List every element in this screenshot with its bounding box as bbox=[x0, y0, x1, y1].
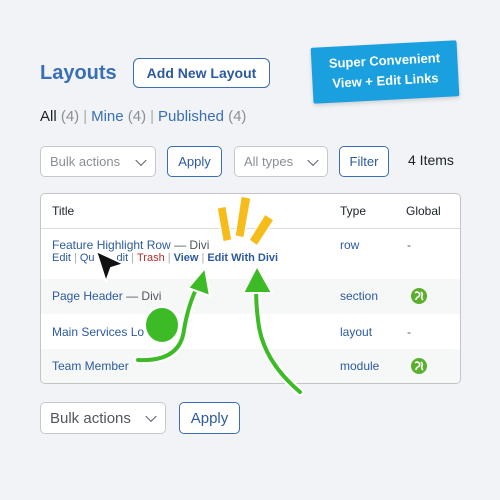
bulk-actions-label: Bulk actions bbox=[50, 409, 131, 427]
view-mine-count: (4) bbox=[127, 108, 147, 125]
edit-link[interactable]: Edit bbox=[52, 252, 71, 264]
all-types-label: All types bbox=[244, 154, 294, 169]
trash-link[interactable]: Trash bbox=[137, 252, 165, 264]
global-globe-icon bbox=[411, 288, 427, 307]
table-row: Team Member module bbox=[41, 349, 460, 383]
edit-with-divi-link[interactable]: Edit With Divi bbox=[207, 252, 278, 264]
row-title-link[interactable]: Team Member bbox=[52, 359, 129, 373]
promo-badge: Super Convenient View + Edit Links bbox=[310, 40, 460, 104]
bulk-actions-select-top[interactable]: Bulk actions bbox=[40, 146, 156, 177]
separator: | bbox=[83, 108, 88, 125]
chevron-down-icon bbox=[307, 154, 319, 166]
table-row: Feature Highlight Row — Divi Edit | Qu dit |… bbox=[41, 229, 460, 279]
row-global: - bbox=[407, 325, 411, 339]
row-title-suffix: — Divi bbox=[126, 289, 162, 303]
row-title-link[interactable]: Page Header bbox=[52, 289, 123, 303]
row-title-suffix: — Divi bbox=[174, 238, 210, 252]
apply-button-top[interactable]: Apply bbox=[167, 146, 222, 177]
separator: | bbox=[201, 252, 205, 264]
view-mine[interactable]: Mine (4) bbox=[91, 108, 146, 125]
chevron-down-icon bbox=[145, 410, 157, 423]
row-title[interactable]: Main Services Lo Divi bbox=[52, 325, 174, 339]
column-title[interactable]: Title bbox=[52, 204, 74, 218]
row-title[interactable]: Page Header — Divi bbox=[52, 289, 161, 303]
separator: | bbox=[167, 252, 171, 264]
quick-edit-link[interactable]: Qu bbox=[80, 252, 95, 264]
bulk-actions-label: Bulk actions bbox=[50, 154, 121, 169]
row-title[interactable]: Feature Highlight Row — Divi bbox=[52, 238, 209, 252]
row-type[interactable]: module bbox=[340, 359, 379, 373]
row-type[interactable]: layout bbox=[340, 325, 372, 339]
row-title-suffix: Divi bbox=[154, 325, 175, 339]
row-type[interactable]: section bbox=[340, 289, 378, 303]
view-mine-label: Mine bbox=[91, 108, 124, 125]
quick-edit-link-tail[interactable]: dit bbox=[117, 252, 129, 264]
view-published-count: (4) bbox=[228, 108, 247, 125]
column-type[interactable]: Type bbox=[340, 204, 366, 218]
row-type[interactable]: row bbox=[340, 238, 359, 252]
view-all-count: (4) bbox=[60, 108, 80, 125]
view-all-label: All bbox=[40, 108, 57, 125]
view-published[interactable]: Published (4) bbox=[158, 108, 246, 125]
apply-button-bottom[interactable]: Apply bbox=[179, 402, 240, 434]
row-actions: Edit | Qu dit | Trash | View | Edit With Divi bbox=[52, 252, 278, 264]
separator: | bbox=[131, 252, 134, 264]
view-all[interactable]: All (4) bbox=[40, 108, 79, 125]
view-filters: All (4) | Mine (4) | Published (4) bbox=[40, 108, 246, 125]
view-published-label: Published bbox=[158, 108, 224, 125]
global-globe-icon bbox=[411, 358, 427, 377]
bulk-actions-select-bottom[interactable]: Bulk actions bbox=[40, 402, 166, 434]
all-types-select[interactable]: All types bbox=[234, 146, 328, 177]
table-row: Main Services Lo Divi layout - bbox=[41, 314, 460, 349]
separator: | bbox=[73, 252, 77, 264]
column-global: Global bbox=[406, 204, 441, 218]
chevron-down-icon bbox=[135, 154, 147, 166]
row-title-link[interactable]: Main Services Lo bbox=[52, 325, 144, 339]
filter-button[interactable]: Filter bbox=[339, 146, 389, 177]
layouts-table: Title Type Global Feature Highlight Row … bbox=[40, 193, 461, 384]
table-header: Title Type Global bbox=[41, 194, 460, 229]
row-title-link[interactable]: Feature Highlight Row bbox=[52, 238, 171, 252]
items-count: 4 Items bbox=[408, 152, 454, 168]
table-row: Page Header — Divi section bbox=[41, 279, 460, 314]
page-title: Layouts bbox=[40, 62, 117, 84]
row-title[interactable]: Team Member bbox=[52, 359, 129, 373]
view-link[interactable]: View bbox=[174, 252, 199, 264]
separator: | bbox=[150, 108, 155, 125]
row-global: - bbox=[407, 238, 411, 252]
add-new-layout-button[interactable]: Add New Layout bbox=[133, 58, 270, 88]
